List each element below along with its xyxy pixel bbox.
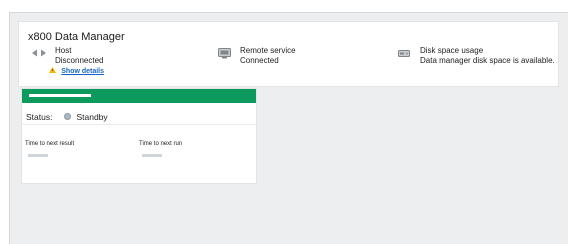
remote-service-label: Remote service (240, 46, 296, 55)
next-result-section: Time to next result (25, 141, 139, 157)
disk-space-value: Data manager disk space is available. (420, 56, 555, 65)
remote-service-status: Remote service Connected (216, 46, 296, 66)
status-label: Status: (26, 111, 53, 122)
next-result-label: Time to next result (25, 141, 75, 147)
job-card-header-bar (22, 89, 256, 103)
standby-status-icon (64, 113, 72, 120)
data-manager-header: x800 Data Manager Host Disconnected Show… (18, 21, 559, 87)
disk-icon (396, 47, 412, 59)
host-value: Disconnected (55, 56, 104, 65)
host-connection-icon (31, 47, 47, 59)
remote-service-value: Connected (240, 56, 279, 65)
host-status: Host Disconnected Show details (31, 46, 104, 77)
next-run-section: Time to next run (139, 141, 253, 157)
disk-space-label: Disk space usage (420, 46, 484, 55)
warning-icon (49, 67, 56, 73)
main-panel: x800 Data Manager Host Disconnected Show… (9, 12, 568, 244)
next-result-value-placeholder (28, 154, 48, 157)
job-status-row: Status: Standby (22, 103, 256, 125)
app-title: x800 Data Manager (28, 31, 125, 43)
job-status-card: Status: Standby Time to next result Time… (21, 88, 257, 184)
host-label: Host (55, 46, 72, 55)
next-run-label: Time to next run (139, 141, 183, 147)
job-name-placeholder (29, 94, 91, 97)
disk-space-status: Disk space usage Data manager disk space… (396, 46, 555, 66)
next-run-value-placeholder (142, 154, 162, 157)
show-details-link[interactable]: Show details (61, 68, 104, 75)
status-value: Standby (76, 111, 108, 122)
remote-service-icon (216, 47, 232, 59)
